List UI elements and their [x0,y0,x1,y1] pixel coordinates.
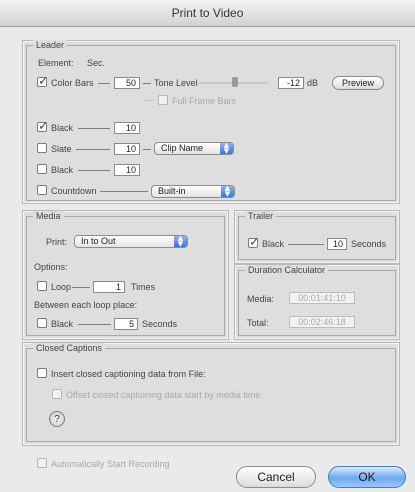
db-unit-label: dB [307,78,319,88]
auto-start-label: Automatically Start Recording [51,459,170,469]
offset-captions-checkbox[interactable] [52,389,62,399]
trailer-black-unit: Seconds [351,239,387,249]
tone-db-field[interactable]: -12 [278,77,304,89]
print-value: In to Out [81,236,116,246]
trailer-black-sec-field[interactable]: 10 [327,238,347,250]
black2-sec-field[interactable]: 10 [114,164,140,176]
offset-captions-label: Offset closed captioning data start by m… [66,390,261,400]
color-bars-leader-line [98,83,110,84]
leader-title: Leader [33,40,68,50]
countdown-checkbox[interactable] [37,185,47,195]
print-popup[interactable]: In to Out ▲ ▼ [74,235,188,248]
sec-header: Sec. [87,58,106,68]
black-sec-field[interactable]: 10 [114,122,140,134]
preview-button[interactable]: Preview [332,76,384,90]
duration-media-value: 00:01:41:10 [289,292,355,304]
black2-label: Black [51,165,74,175]
popup-arrows-icon: ▲ ▼ [174,235,187,247]
color-bars-label: Color Bars [51,78,94,88]
slate-source-line [143,149,151,150]
popup-arrows-icon: ▲ ▼ [221,185,234,197]
options-label: Options: [34,262,68,272]
ok-button[interactable]: OK [328,466,406,488]
color-bars-checkbox[interactable] [37,74,49,89]
black-checkbox[interactable] [37,119,49,134]
insert-captions-label: Insert closed captioning data from File: [51,369,206,379]
slate-checkbox[interactable] [37,143,47,153]
media-title: Media [33,211,64,221]
window-title: Print to Video [0,0,415,27]
insert-captions-checkbox[interactable] [37,368,47,378]
help-icon[interactable]: ? [49,411,65,427]
countdown-value: Built-in [158,186,186,196]
slate-sec-field[interactable]: 10 [114,143,140,155]
duration-title: Duration Calculator [245,265,329,275]
auto-start-checkbox[interactable] [37,458,47,468]
leader-group: Leader [26,40,396,201]
slate-source-value: Clip Name [161,143,204,153]
black2-checkbox[interactable] [37,164,47,174]
trailer-black-checkbox[interactable] [248,235,260,250]
between-black-line [78,324,111,325]
trailer-black-label: Black [262,239,285,249]
slate-source-popup[interactable]: Clip Name ▲ ▼ [154,142,234,155]
loop-leader-line [72,287,90,288]
trailer-group: Trailer [238,211,396,260]
duration-total-label: Total: [247,318,269,328]
trailer-title: Trailer [245,211,277,221]
countdown-popup[interactable]: Built-in ▲ ▼ [151,185,235,198]
captions-title: Closed Captions [33,343,106,353]
color-bars-sec-field[interactable]: 50 [114,77,140,89]
full-frame-connector [143,100,155,101]
loop-times-label: Times [131,282,156,292]
black2-leader-line [78,170,110,171]
full-frame-label: Full Frame Bars [172,96,237,106]
between-black-unit: Seconds [142,319,178,329]
popup-arrows-icon: ▲ ▼ [220,142,233,154]
loop-times-field[interactable]: 1 [93,281,125,293]
duration-media-label: Media: [247,294,275,304]
loop-checkbox[interactable] [37,281,47,291]
cancel-button[interactable]: Cancel [236,466,316,488]
full-frame-checkbox[interactable] [158,95,168,105]
black-label: Black [51,123,74,133]
tone-level-slider[interactable] [198,77,268,87]
countdown-label: Countdown [51,186,97,196]
tone-level-label: Tone Level [154,78,198,88]
slate-label: Slate [51,144,72,154]
element-header: Element: [38,58,74,68]
between-black-label: Black [51,319,74,329]
between-loops-label: Between each loop place: [34,300,138,310]
trailer-black-line [288,244,324,245]
black-leader-line [78,128,110,129]
slate-leader-line [76,149,110,150]
print-label: Print: [46,237,68,247]
loop-label: Loop [51,282,72,292]
between-black-checkbox[interactable] [37,318,47,328]
between-black-sec-field[interactable]: 5 [114,318,138,330]
duration-total-value: 00:02:46:18 [289,316,355,328]
tone-leader-line [143,83,151,84]
countdown-leader-line [100,191,148,192]
